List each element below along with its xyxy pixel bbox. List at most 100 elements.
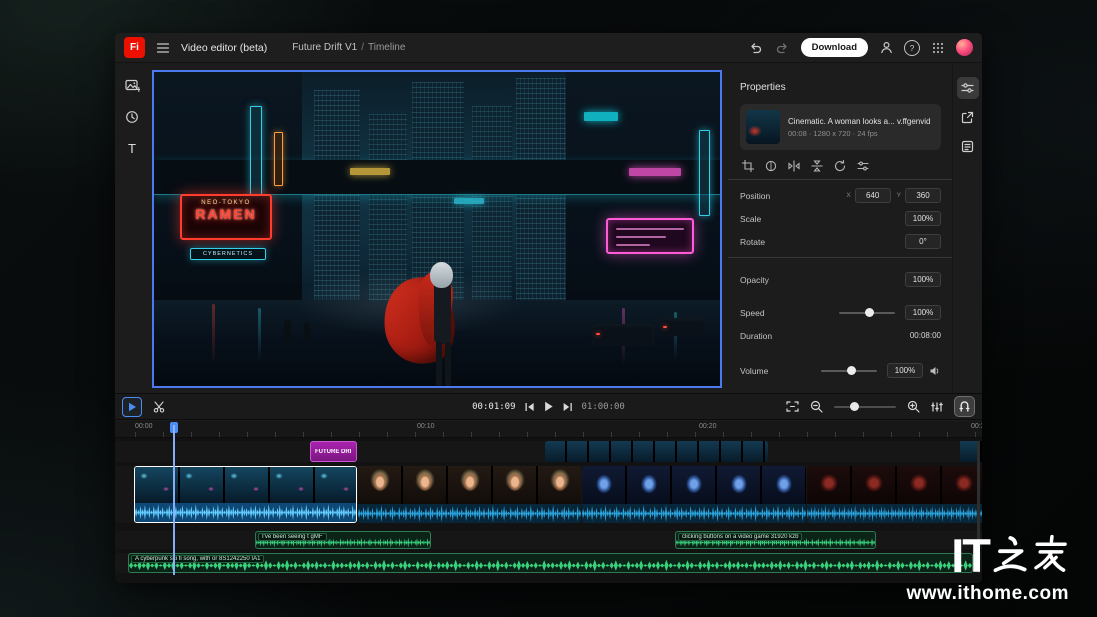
next-frame-button[interactable]	[563, 402, 573, 412]
figure-leg	[445, 342, 451, 386]
history-icon[interactable]	[121, 106, 143, 128]
clip-info: Cinematic. A woman looks a... v.ffgenvid…	[788, 117, 930, 138]
firefly-logo[interactable]: Fi	[124, 37, 145, 58]
pink-neon-sign	[606, 218, 694, 254]
position-label: Position	[740, 191, 770, 201]
mask-icon[interactable]	[765, 160, 777, 172]
figure-body	[434, 280, 451, 344]
zoom-slider-handle[interactable]	[850, 402, 859, 411]
track-view-icon[interactable]	[931, 401, 943, 413]
watermark-url: www.ithome.com	[906, 583, 1069, 605]
neon-sign-vertical	[274, 132, 283, 186]
download-button[interactable]: Download	[801, 38, 868, 57]
clip-audio-waveform	[807, 504, 982, 523]
divider	[728, 179, 953, 180]
zoom-in-icon[interactable]	[907, 400, 920, 413]
adjust-icon[interactable]	[857, 160, 869, 172]
preview-play-tool-button[interactable]	[122, 397, 142, 417]
neon-sign-vertical	[250, 106, 262, 196]
crop-icon[interactable]	[742, 160, 754, 172]
rotate-label: Rotate	[740, 237, 765, 247]
scale-field[interactable]: 100%	[905, 211, 941, 226]
ramen-sign-line2: RAMEN	[182, 206, 270, 222]
x-label: X	[846, 192, 850, 199]
position-y-field[interactable]: 360	[905, 188, 941, 203]
selected-clip-card[interactable]: Cinematic. A woman looks a... v.ffgenvid…	[740, 104, 941, 150]
pedestrian-silhouette	[304, 322, 310, 341]
app-window: Fi Video editor (beta) Future Drift V1 /…	[115, 33, 982, 583]
video-clip-4[interactable]	[807, 466, 982, 523]
music-clip[interactable]: A cyberpunk sci fi song, with or 8S12422…	[128, 553, 973, 573]
overlay-video-clip[interactable]	[545, 441, 768, 462]
export-panel-button[interactable]	[957, 106, 979, 128]
undo-button[interactable]	[747, 39, 765, 57]
audio-clip-1[interactable]: I've been seeing t gMF	[255, 531, 431, 549]
flip-vertical-icon[interactable]	[811, 160, 823, 172]
neon-sign	[350, 168, 390, 175]
previous-frame-button[interactable]	[525, 402, 535, 412]
audio-clip-2[interactable]: clicking buttons on a video game 31920 k…	[675, 531, 876, 549]
video-clip-2[interactable]	[358, 466, 581, 523]
playhead-line	[173, 425, 175, 575]
screenshot-canvas: Fi Video editor (beta) Future Drift V1 /…	[0, 0, 1097, 617]
timeline-zoom-slider[interactable]	[834, 406, 896, 408]
timeline[interactable]: 00:00 00:10 00:20 00:30 FUTURE DRI	[115, 421, 982, 583]
ruler-label: 00:20	[699, 423, 717, 430]
clip-meta: 00:08 · 1280 x 720 · 24 fps	[788, 129, 930, 138]
redo-button[interactable]	[774, 39, 792, 57]
snap-magnet-button[interactable]	[954, 396, 975, 417]
apps-grid-button[interactable]	[929, 39, 947, 57]
volume-slider-handle[interactable]	[847, 366, 856, 375]
position-row: Position X 640 Y 360	[740, 184, 941, 207]
split-clip-button[interactable]	[149, 397, 169, 417]
title-clip[interactable]: FUTURE DRI	[310, 441, 357, 462]
opacity-field[interactable]: 100%	[905, 272, 941, 287]
fit-timeline-icon[interactable]	[786, 401, 799, 412]
video-clip-3[interactable]	[582, 466, 806, 523]
properties-panel-button[interactable]	[957, 77, 979, 99]
rotate-row: Rotate 0°	[740, 230, 941, 253]
total-duration: 01:00:00	[582, 402, 625, 412]
avatar[interactable]	[956, 39, 973, 56]
volume-slider[interactable]	[821, 370, 877, 372]
figure-hair	[430, 262, 453, 288]
volume-field[interactable]: 100%	[887, 363, 923, 378]
video-preview-canvas[interactable]: NEO-TOKYO RAMEN CYBERNETICS	[152, 70, 722, 388]
video-clip-1-selected[interactable]	[134, 466, 357, 523]
audio-clip-label: I've been seeing t gMF	[258, 533, 327, 541]
speed-slider-handle[interactable]	[865, 308, 874, 317]
library-panel-button[interactable]	[957, 135, 979, 157]
breadcrumb-project[interactable]: Future Drift V1	[292, 42, 357, 53]
clip-audio-waveform	[135, 503, 356, 522]
street-reflection	[258, 308, 261, 362]
breadcrumb-page: Timeline	[368, 42, 405, 53]
breadcrumb: Future Drift V1 / Timeline	[292, 42, 405, 53]
ruler-label: 00:30	[971, 423, 982, 430]
neon-sign	[629, 168, 681, 176]
opacity-row: Opacity 100%	[740, 268, 941, 291]
play-button[interactable]	[544, 401, 554, 412]
scale-label: Scale	[740, 214, 761, 224]
figure-leg	[436, 342, 442, 386]
duration-value: 00:08:00	[910, 331, 941, 340]
volume-label: Volume	[740, 366, 768, 376]
help-button[interactable]: ?	[904, 40, 920, 56]
speed-field[interactable]: 100%	[905, 305, 941, 320]
zoom-out-icon[interactable]	[810, 400, 823, 413]
rotate-icon[interactable]	[834, 160, 846, 172]
clip-thumbnail	[746, 110, 780, 144]
speed-slider[interactable]	[839, 312, 895, 314]
hamburger-menu-button[interactable]	[154, 39, 172, 57]
street-reflection	[212, 304, 215, 366]
clip-audio-waveform	[358, 504, 581, 523]
clip-name: Cinematic. A woman looks a... v.ffgenvid	[788, 117, 930, 126]
invite-icon[interactable]	[877, 39, 895, 57]
flip-horizontal-icon[interactable]	[788, 160, 800, 172]
position-x-field[interactable]: 640	[855, 188, 891, 203]
scene-overpass	[154, 160, 720, 195]
speaker-icon[interactable]	[930, 366, 941, 376]
timeline-ruler[interactable]: 00:00 00:10 00:20 00:30	[115, 421, 982, 438]
rotate-field[interactable]: 0°	[905, 234, 941, 249]
add-media-icon[interactable]	[121, 75, 143, 97]
text-tool-button[interactable]: T	[121, 137, 143, 159]
